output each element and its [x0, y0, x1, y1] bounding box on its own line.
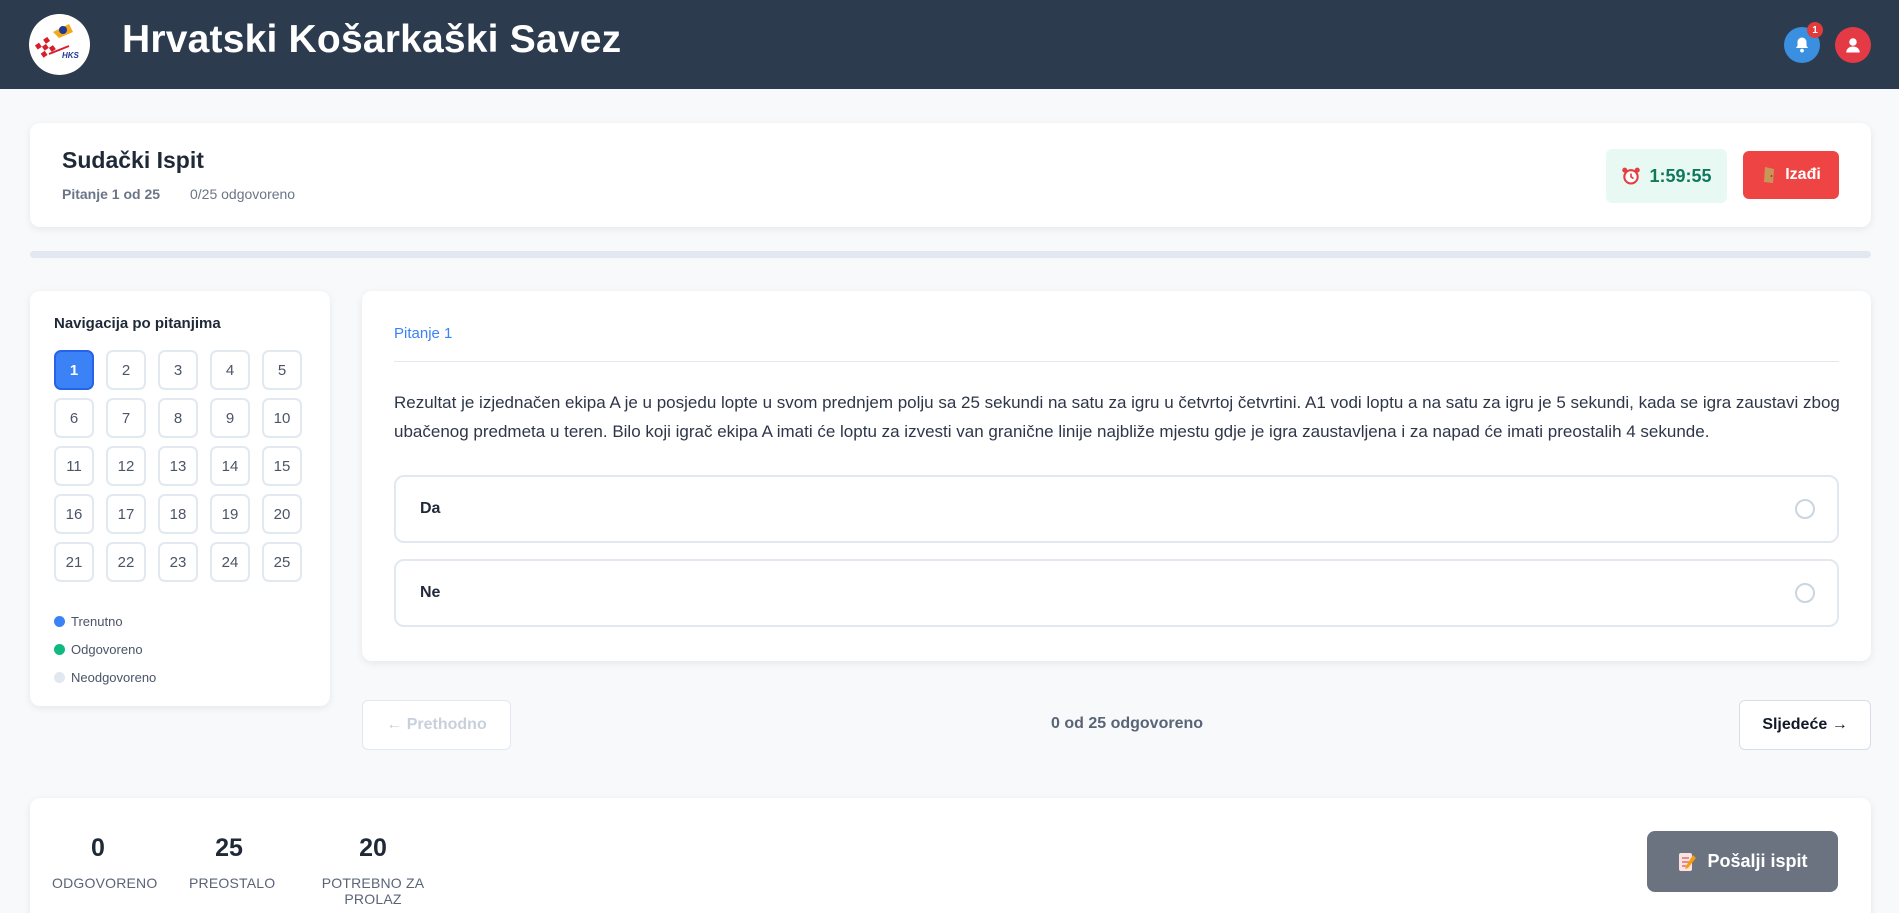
- navigation-title: Navigacija po pitanjima: [54, 315, 221, 332]
- question-nav-button-20[interactable]: 20: [262, 494, 302, 534]
- question-card: Pitanje 1 Rezultat je izjednačen ekipa A…: [362, 291, 1871, 661]
- answer-option-da[interactable]: Da: [394, 475, 1839, 543]
- question-nav-button-6[interactable]: 6: [54, 398, 94, 438]
- question-nav-button-21[interactable]: 21: [54, 542, 94, 582]
- radio-button[interactable]: [1795, 499, 1815, 519]
- radio-button[interactable]: [1795, 583, 1815, 603]
- stat-label: PREOSTALO: [189, 875, 276, 891]
- question-nav-button-18[interactable]: 18: [158, 494, 198, 534]
- question-nav-button-10[interactable]: 10: [262, 398, 302, 438]
- exit-label: Izađi: [1785, 166, 1821, 183]
- door-icon: [1764, 167, 1775, 183]
- user-icon: [1846, 38, 1860, 53]
- stat-required-to-pass: 20 POTREBNO ZA PROLAZ: [298, 834, 448, 907]
- stat-value: 0: [91, 834, 105, 862]
- question-nav-button-23[interactable]: 23: [158, 542, 198, 582]
- exam-title: Sudački Ispit: [62, 147, 204, 173]
- legend-dot-icon: [54, 615, 65, 627]
- question-nav-button-8[interactable]: 8: [158, 398, 198, 438]
- answered-summary: 0/25 odgovoreno: [190, 186, 296, 202]
- question-nav-button-24[interactable]: 24: [210, 542, 250, 582]
- logo-text: HKS: [62, 51, 79, 60]
- stat-remaining: 25 PREOSTALO: [189, 834, 276, 891]
- question-number-grid: 1 2 3 4 5 6 7 8 9 10 11 12 13 14 15 16 17 18 19 20 21 22 23 24 2…: [54, 350, 302, 582]
- question-nav-button-3[interactable]: 3: [158, 350, 198, 390]
- question-divider: [394, 361, 1839, 362]
- submit-exam-button[interactable]: Pošalji ispit: [1647, 831, 1838, 892]
- exam-progress-bar: [30, 251, 1871, 258]
- alarm-clock-icon: [1622, 167, 1641, 185]
- basketball-logo-icon: [29, 14, 90, 75]
- next-button[interactable]: Sljedeće →: [1739, 700, 1871, 750]
- question-nav-button-12[interactable]: 12: [106, 446, 146, 486]
- question-nav-button-25[interactable]: 25: [262, 542, 302, 582]
- question-nav-button-13[interactable]: 13: [158, 446, 198, 486]
- answered-count: 0 od 25 odgovoreno: [1051, 715, 1204, 732]
- question-nav-button-17[interactable]: 17: [106, 494, 146, 534]
- question-nav-button-16[interactable]: 16: [54, 494, 94, 534]
- question-nav-button-19[interactable]: 19: [210, 494, 250, 534]
- legend-item: Odgovoreno: [54, 635, 156, 663]
- bell-icon: [1796, 37, 1808, 53]
- legend-item: Trenutno: [54, 607, 156, 635]
- question-text: Rezultat je izjednačen ekipa A je u posj…: [394, 393, 1840, 441]
- status-legend: Trenutno Odgovoreno Neodgovoreno: [54, 607, 156, 691]
- stat-value: 20: [359, 834, 387, 862]
- legend-dot-icon: [54, 643, 65, 655]
- question-label: Pitanje 1: [394, 325, 453, 342]
- question-nav-button-15[interactable]: 15: [262, 446, 302, 486]
- stat-label: POTREBNO ZA PROLAZ: [321, 875, 425, 907]
- app-title: Hrvatski Košarkaški Savez: [122, 18, 622, 61]
- question-navigation-panel: Navigacija po pitanjima 1 2 3 4 5 6 7 8 9 10 11 12 1…: [30, 291, 330, 706]
- timer-value: 1:59:55: [1649, 165, 1712, 186]
- question-nav-button-1[interactable]: 1: [54, 350, 94, 390]
- exam-header-card: Sudački Ispit Pitanje 1 od 25 0/25 odgov…: [30, 123, 1871, 227]
- answer-option-ne[interactable]: Ne: [394, 559, 1839, 627]
- federation-logo[interactable]: HKS: [29, 14, 90, 75]
- question-nav-button-22[interactable]: 22: [106, 542, 146, 582]
- stat-answered: 0 ODGOVORENO: [52, 834, 158, 891]
- legend-label: Odgovoreno: [71, 641, 143, 657]
- question-nav-button-11[interactable]: 11: [54, 446, 94, 486]
- exam-stats-card: 0 ODGOVORENO 25 PREOSTALO 20 POTREBNO ZA…: [30, 798, 1871, 913]
- legend-label: Trenutno: [71, 613, 123, 629]
- memo-icon: [1679, 852, 1697, 871]
- answer-option-label: Da: [420, 500, 441, 517]
- question-nav-button-7[interactable]: 7: [106, 398, 146, 438]
- legend-dot-icon: [54, 671, 65, 683]
- exit-button[interactable]: Izađi: [1743, 151, 1839, 199]
- question-nav-button-2[interactable]: 2: [106, 350, 146, 390]
- legend-item: Neodgovoreno: [54, 663, 156, 691]
- question-position: Pitanje 1 od 25: [62, 186, 161, 202]
- stat-value: 25: [215, 834, 243, 862]
- question-nav-button-4[interactable]: 4: [210, 350, 250, 390]
- exam-timer: 1:59:55: [1606, 149, 1727, 203]
- previous-button[interactable]: ← Prethodno: [362, 700, 511, 750]
- question-nav-button-5[interactable]: 5: [262, 350, 302, 390]
- answer-option-label: Ne: [420, 584, 441, 601]
- legend-label: Neodgovoreno: [71, 669, 157, 685]
- user-profile-button[interactable]: [1835, 27, 1871, 63]
- stat-label: ODGOVORENO: [52, 875, 158, 891]
- question-nav-button-9[interactable]: 9: [210, 398, 250, 438]
- submit-label: Pošalji ispit: [1707, 851, 1808, 871]
- notification-badge: 1: [1807, 22, 1823, 38]
- top-header: HKS Hrvatski Košarkaški Savez 1: [0, 0, 1899, 89]
- question-nav-button-14[interactable]: 14: [210, 446, 250, 486]
